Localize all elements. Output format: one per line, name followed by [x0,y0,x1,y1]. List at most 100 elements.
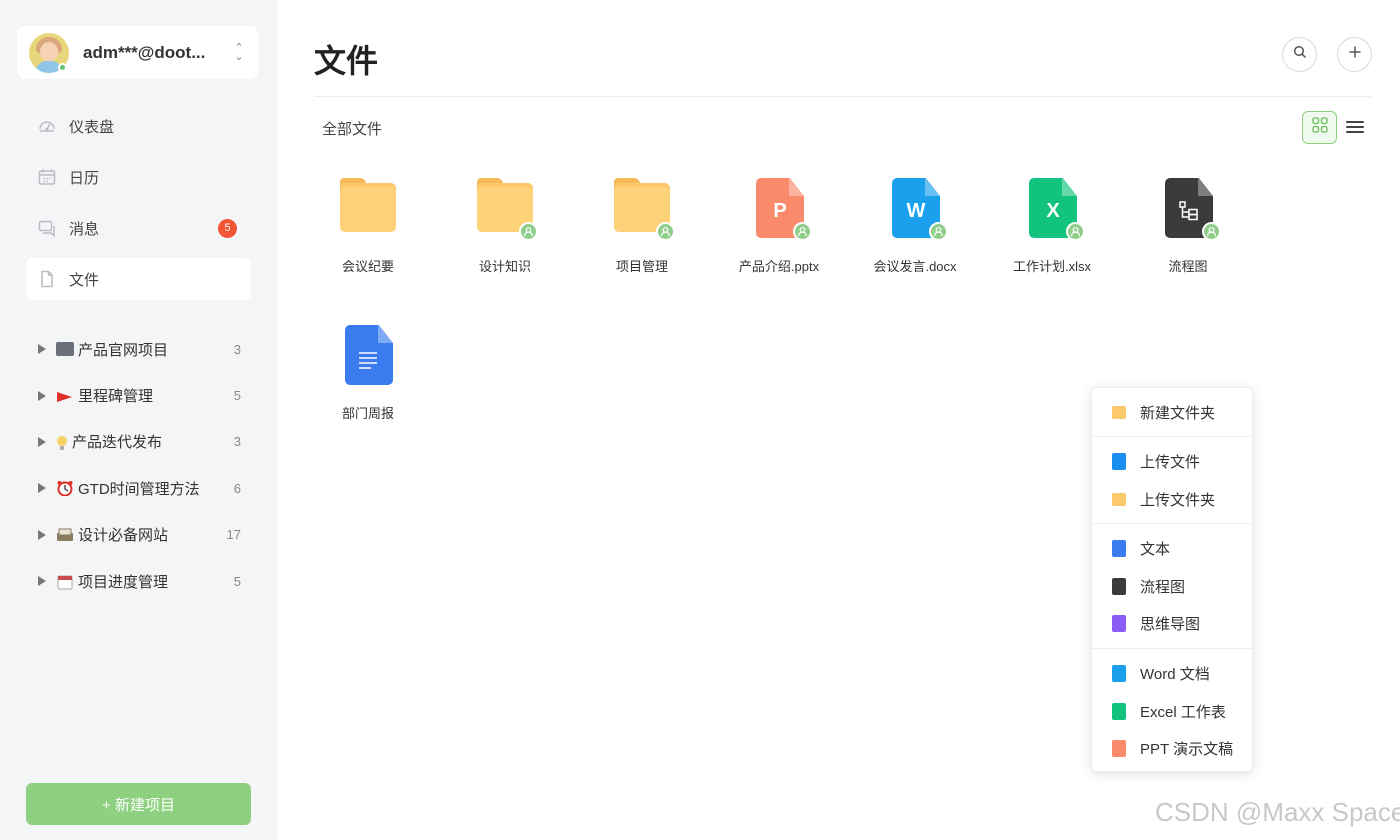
nav-item-label: 文件 [69,271,100,289]
account-name: adm***@doot... [83,42,206,62]
project-item[interactable]: 设计必备网站 17 [26,512,251,558]
text-doc-icon [1112,539,1126,557]
flowchart-file-icon [1158,178,1221,241]
breadcrumb[interactable]: 全部文件 [322,118,382,139]
excel-file-icon: X [1022,178,1085,241]
header-divider [314,96,1371,97]
project-label: 设计必备网站 [78,527,169,545]
expand-caret-icon[interactable] [38,576,46,587]
menu-item-new-folder[interactable]: 新建文件夹 [1092,394,1252,430]
menu-item-ppt[interactable]: PPT 演示文稿 [1092,730,1252,766]
file-item-docx[interactable]: W 会议发言.docx [850,178,980,275]
menu-item-mindmap[interactable]: 思维导图 [1092,605,1252,641]
page-title: 文件 [314,43,379,79]
menu-item-label: 新建文件夹 [1140,404,1216,422]
file-name: 流程图 [1168,259,1208,274]
flowchart-icon [1112,577,1126,595]
flag-emoji-icon [56,390,74,402]
create-dropdown-menu: 新建文件夹 上传文件 上传文件夹 文本 流程图 思维导图 Word 文档 Exc… [1091,387,1253,772]
nav-item-dashboard[interactable]: 仪表盘 [26,105,251,147]
folder-icon [338,178,398,240]
file-name: 会议纪要 [341,259,394,274]
project-item[interactable]: 产品迭代发布 3 [26,419,251,465]
list-view-toggle[interactable] [1346,117,1364,137]
file-name: 工作计划.xlsx [1012,259,1091,274]
menu-item-label: 文本 [1140,540,1171,558]
nav-item-label: 仪表盘 [69,118,115,136]
chevron-updown-icon: ⌃ ⌄ [234,41,244,63]
menu-item-label: Excel 工作表 [1140,703,1226,721]
upload-file-icon [1112,452,1126,470]
expand-caret-icon[interactable] [38,344,46,355]
grid-view-toggle[interactable] [1302,111,1337,144]
calendar-emoji-icon [56,574,74,590]
expand-caret-icon[interactable] [38,390,46,401]
file-item-folder[interactable]: 项目管理 [577,178,707,275]
menu-item-excel[interactable]: Excel 工作表 [1092,693,1252,729]
folder-icon [612,178,675,241]
main-nav: 仪表盘 日历 消息 5 文件 [26,105,251,309]
ppt-letter: P [773,200,787,222]
excel-icon [1112,702,1126,720]
project-count: 3 [233,434,241,450]
menu-item-label: PPT 演示文稿 [1140,740,1234,758]
file-item-folder[interactable]: 会议纪要 [303,178,433,275]
menu-item-label: 上传文件 [1140,453,1201,471]
file-item-pptx[interactable]: P 产品介绍.pptx [714,178,844,275]
file-name: 产品介绍.pptx [738,259,820,274]
file-item-folder[interactable]: 设计知识 [440,178,570,275]
plus-icon [1348,45,1362,64]
menu-item-upload-folder[interactable]: 上传文件夹 [1092,481,1252,517]
file-name: 部门周报 [341,406,394,421]
file-item-doc[interactable]: 部门周报 [303,325,433,422]
nav-item-messages[interactable]: 消息 5 [26,207,251,249]
expand-caret-icon[interactable] [38,436,46,447]
project-item[interactable]: 里程碑管理 5 [26,372,251,418]
nav-item-files[interactable]: 文件 [26,258,251,300]
menu-item-flowchart[interactable]: 流程图 [1092,568,1252,604]
menu-divider [1092,436,1252,437]
new-project-button[interactable]: + 新建项目 [26,783,251,825]
file-item-xlsx[interactable]: X 工作计划.xlsx [987,178,1117,275]
project-label: 产品官网项目 [78,341,169,359]
grid-icon [1311,117,1328,138]
dashboard-icon [38,117,56,135]
project-item[interactable]: GTD时间管理方法 6 [26,465,251,511]
menu-item-upload-file[interactable]: 上传文件 [1092,443,1252,479]
expand-caret-icon[interactable] [38,483,46,494]
shared-icon [1066,222,1085,241]
text-doc-file-icon [338,325,398,387]
nav-item-calendar[interactable]: 日历 [26,156,251,198]
menu-item-word[interactable]: Word 文档 [1092,655,1252,691]
account-switcher[interactable]: adm***@doot... ⌃ ⌄ [17,26,258,79]
project-item[interactable]: 产品官网项目 3 [26,326,251,372]
message-icon [38,219,56,237]
upload-folder-icon [1112,492,1126,506]
card-box-emoji-icon [56,528,74,542]
ppt-icon [1112,739,1126,757]
menu-divider [1092,648,1252,649]
building-emoji-icon [56,342,74,357]
file-name: 项目管理 [615,259,668,274]
add-button[interactable] [1337,37,1372,72]
shared-icon [929,222,948,241]
project-item[interactable]: 项目进度管理 5 [26,558,251,604]
sidebar: adm***@doot... ⌃ ⌄ 仪表盘 日历 消息 5 文件 产品官网项目… [0,0,278,840]
file-name: 设计知识 [478,259,531,274]
project-list: 产品官网项目 3 里程碑管理 5 产品迭代发布 3 GTD时间管理方法 6 设计… [26,326,251,604]
unread-badge: 5 [218,219,237,238]
file-icon [38,270,56,288]
project-label: 产品迭代发布 [72,434,163,452]
file-item-flowchart[interactable]: 流程图 [1123,178,1253,275]
menu-item-text[interactable]: 文本 [1092,530,1252,566]
menu-item-label: 上传文件夹 [1140,491,1216,509]
project-count: 17 [226,527,241,543]
folder-icon [1112,405,1126,419]
word-icon [1112,664,1126,682]
expand-caret-icon[interactable] [38,529,46,540]
search-button[interactable] [1282,37,1317,72]
alarm-clock-emoji-icon [56,480,74,497]
project-count: 3 [233,341,241,357]
shared-icon [1202,222,1221,241]
shared-icon [519,222,538,241]
